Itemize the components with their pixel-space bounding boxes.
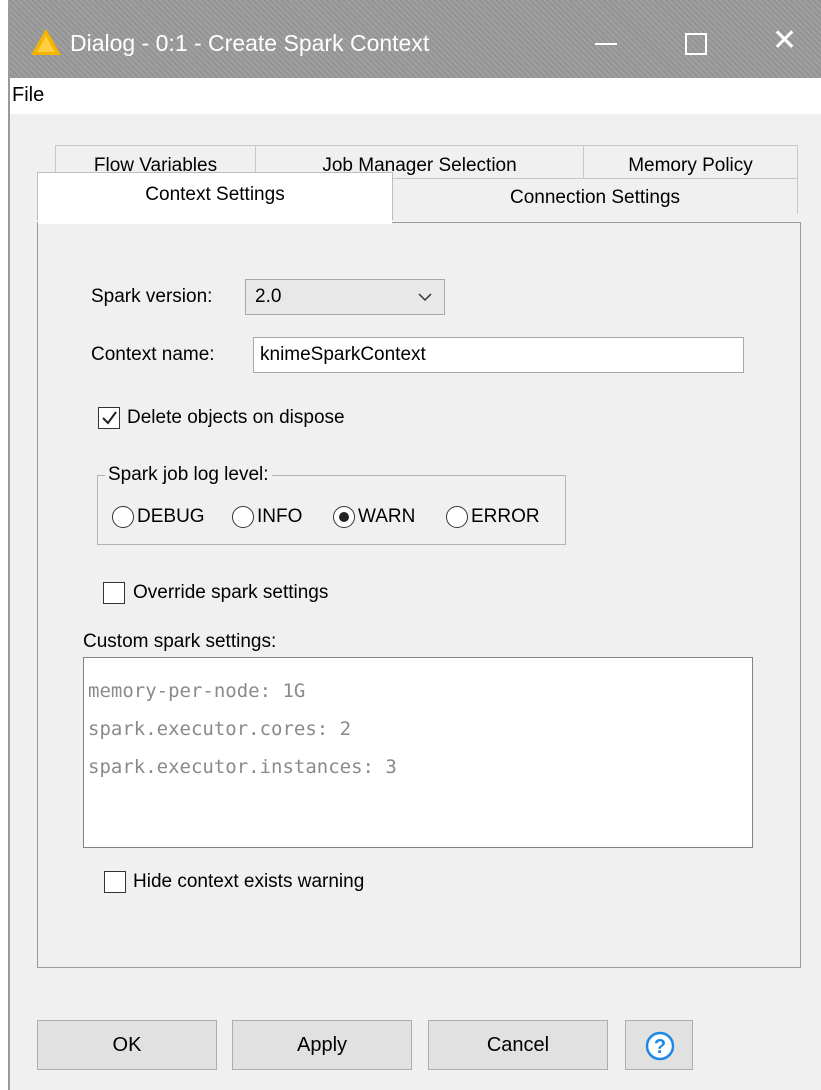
delete-objects-checkbox[interactable] [98, 407, 120, 429]
radio-error-label: ERROR [471, 506, 540, 527]
override-settings-label: Override spark settings [133, 582, 329, 603]
spark-version-dropdown[interactable]: 2.0 [245, 279, 445, 315]
context-name-input[interactable]: knimeSparkContext [253, 337, 744, 373]
hide-warning-checkbox[interactable] [104, 871, 126, 893]
override-settings-checkbox[interactable] [103, 582, 125, 604]
custom-settings-textarea[interactable]: memory-per-node: 1G spark.executor.cores… [83, 657, 753, 848]
menu-bar: File [10, 78, 821, 114]
warning-triangle-icon [31, 29, 61, 55]
cancel-button[interactable]: Cancel [428, 1020, 608, 1070]
radio-selected-dot [339, 512, 349, 522]
apply-button[interactable]: Apply [232, 1020, 412, 1070]
maximize-icon [685, 33, 707, 55]
window-title: Dialog - 0:1 - Create Spark Context [70, 30, 430, 56]
active-tab-connector [38, 212, 392, 224]
radio-warn[interactable] [333, 506, 355, 528]
question-mark-icon: ? [645, 1031, 675, 1061]
dialog-window: Dialog - 0:1 - Create Spark Context ✕ Fi… [0, 0, 821, 1090]
context-name-label: Context name: [91, 344, 215, 365]
menu-file[interactable]: File [12, 83, 44, 107]
settings-line: spark.executor.cores: 2 [88, 718, 352, 740]
close-button[interactable]: ✕ [751, 18, 821, 68]
radio-debug[interactable] [112, 506, 134, 528]
minimize-icon [595, 43, 617, 45]
svg-text:?: ? [654, 1036, 666, 1058]
hide-warning-label: Hide context exists warning [133, 871, 365, 892]
context-name-value: knimeSparkContext [260, 344, 426, 365]
radio-info-label: INFO [257, 506, 303, 527]
spark-version-value: 2.0 [255, 286, 282, 307]
title-bar[interactable]: Dialog - 0:1 - Create Spark Context ✕ [10, 0, 821, 78]
spark-version-label: Spark version: [91, 286, 213, 307]
maximize-button[interactable] [662, 18, 732, 68]
log-level-title: Spark job log level: [105, 463, 272, 487]
help-button[interactable]: ? [625, 1020, 693, 1070]
radio-info[interactable] [232, 506, 254, 528]
tab-connection-settings[interactable]: Connection Settings [392, 178, 798, 214]
radio-error[interactable] [446, 506, 468, 528]
ok-button[interactable]: OK [37, 1020, 217, 1070]
checkmark-icon [102, 411, 117, 425]
tab-memory-policy[interactable]: Memory Policy [583, 145, 798, 179]
settings-line: spark.executor.instances: 3 [88, 756, 397, 778]
radio-debug-label: DEBUG [137, 506, 205, 527]
chevron-down-icon [418, 293, 432, 302]
close-icon: ✕ [772, 24, 798, 57]
radio-warn-label: WARN [358, 506, 416, 527]
custom-settings-label: Custom spark settings: [83, 631, 277, 652]
settings-line: memory-per-node: 1G [88, 680, 306, 702]
delete-objects-label: Delete objects on dispose [127, 407, 345, 428]
window-left-border [0, 0, 10, 1090]
minimize-button[interactable] [572, 18, 642, 68]
